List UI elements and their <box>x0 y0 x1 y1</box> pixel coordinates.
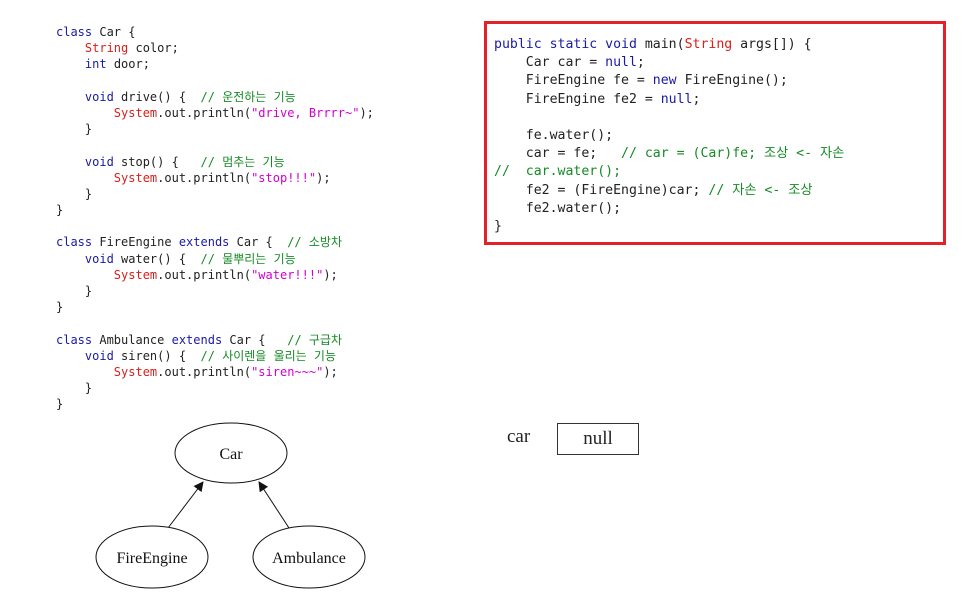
car-class-label: Car <box>219 446 243 463</box>
fireengine-class-label: FireEngine <box>116 550 187 567</box>
inheritance-arrow-fireengine <box>167 481 204 529</box>
ambulance-class-label: Ambulance <box>272 550 346 567</box>
inheritance-arrow-ambulance <box>258 481 290 529</box>
class-hierarchy-diagram: Car FireEngine Ambulance <box>95 422 366 589</box>
